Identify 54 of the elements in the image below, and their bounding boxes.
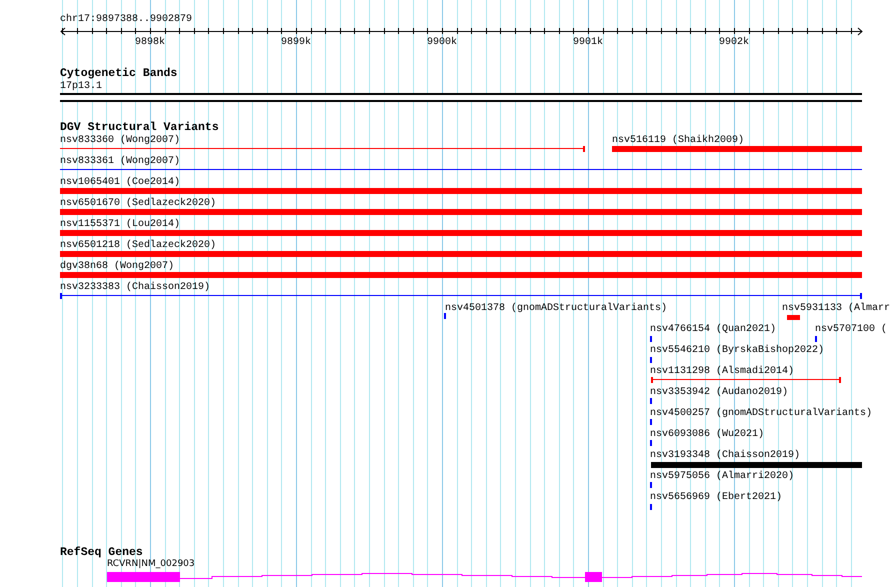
track-title: Cytogenetic Bands [60, 67, 178, 80]
variant-label: nsv516119 (Shaikh2009) [612, 135, 744, 146]
variant-marker[interactable] [650, 504, 652, 510]
location-label: chr17:9897388..9902879 [60, 14, 192, 25]
variant-marker[interactable] [650, 482, 652, 488]
variant-marker[interactable] [650, 398, 652, 404]
variant-bar[interactable] [60, 251, 862, 257]
variant-label: nsv6501218 (Sedlazeck2020) [60, 240, 216, 251]
variant-label: nsv6501670 (Sedlazeck2020) [60, 198, 216, 209]
variant-marker[interactable] [815, 336, 817, 342]
variant-line[interactable] [60, 146, 585, 152]
variant-label: nsv3233383 (Chaisson2019) [60, 282, 210, 293]
variant-label: nsv5707100 ( [815, 324, 888, 335]
variant-bar[interactable] [60, 188, 862, 194]
tick-label: 9900k [427, 37, 457, 48]
variant-line[interactable] [651, 377, 841, 383]
variant-label: nsv3353942 (Audano2019) [650, 387, 788, 398]
variant-bar[interactable] [60, 209, 862, 215]
variant-bar[interactable] [60, 272, 862, 278]
gene-label: RCVRN|NM_002903 [107, 559, 195, 570]
variant-label: nsv4500257 (gnomADStructuralVariants) [650, 408, 872, 419]
variant-label: nsv6093086 (Wu2021) [650, 429, 764, 440]
track-title: DGV Structural Variants [60, 121, 219, 134]
variant-label: nsv5656969 (Ebert2021) [650, 492, 782, 503]
variant-bar[interactable] [60, 230, 862, 236]
variant-line[interactable] [60, 167, 862, 173]
variant-marker[interactable] [444, 313, 446, 319]
variant-marker[interactable] [650, 336, 652, 342]
gene-model[interactable] [107, 572, 862, 582]
variant-marker[interactable] [650, 440, 652, 446]
variant-marker[interactable] [650, 419, 652, 425]
variant-label: nsv4501378 (gnomADStructuralVariants) [445, 303, 668, 314]
variant-line[interactable] [60, 293, 862, 299]
tick-label: 9901k [573, 37, 603, 48]
variant-label: nsv833360 (Wong2007) [60, 135, 180, 146]
variant-label: nsv4766154 (Quan2021) [650, 324, 776, 335]
variant-label: dgv38n68 (Wong2007) [60, 261, 174, 272]
variant-bar[interactable] [651, 462, 862, 468]
variant-label: nsv5546210 (ByrskaBishop2022) [650, 345, 824, 356]
variant-label: nsv1155371 (Lou2014) [60, 219, 180, 230]
tick-label: 9898k [135, 37, 165, 48]
tick-label: 9899k [281, 37, 311, 48]
variant-marker[interactable] [650, 357, 652, 363]
variant-label: nsv1065401 (Coe2014) [60, 177, 180, 188]
tick-label: 9902k [719, 37, 749, 48]
variant-label: nsv5975056 (Almarri2020) [650, 471, 794, 482]
variant-label: nsv3193348 (Chaisson2019) [650, 450, 800, 461]
variant-label: nsv1131298 (Alsmadi2014) [650, 366, 794, 377]
variant-label: nsv5931133 (Almarr [782, 303, 890, 314]
variant-bar[interactable] [787, 315, 800, 320]
track-title: RefSeq Genes [60, 546, 143, 559]
variant-label: nsv833361 (Wong2007) [60, 156, 180, 167]
band-label: 17p13.1 [60, 81, 102, 92]
variant-bar[interactable] [612, 146, 862, 152]
